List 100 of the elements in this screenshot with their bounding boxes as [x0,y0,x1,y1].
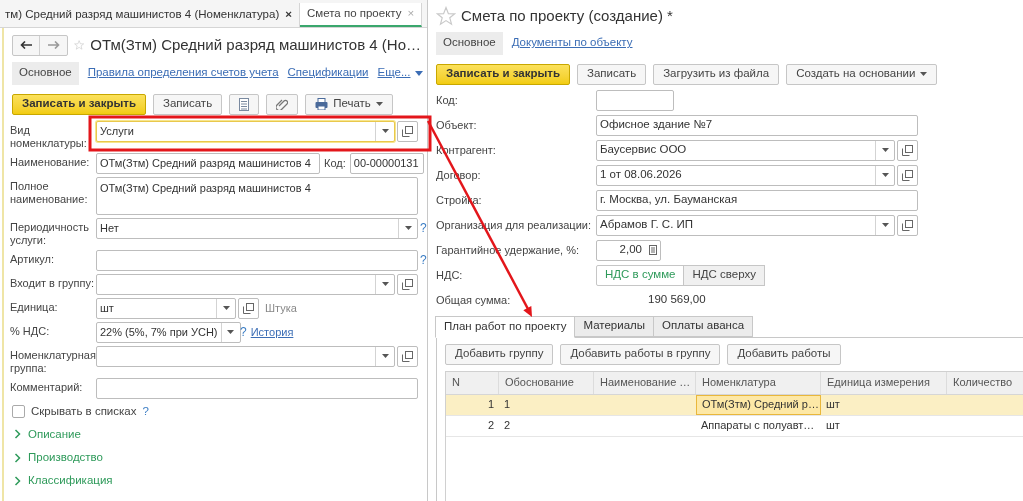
open-button[interactable] [897,139,918,161]
button[interactable]: Загрузить из файла [653,63,780,85]
link[interactable]: Спецификации [287,64,369,82]
form-title: Смета по проекту (создание) * [461,6,673,26]
input-field[interactable] [96,345,395,367]
open-button[interactable] [897,164,918,186]
input-field[interactable]: г. Москва, ул. Бауманская [596,189,918,211]
input-field[interactable] [96,273,395,295]
input-field[interactable]: Нет [96,217,418,239]
print-button[interactable]: Печать [305,93,393,115]
calculator-icon [648,245,657,255]
tab[interactable]: Смета по проекту × [299,3,423,27]
caret-icon [881,173,889,177]
link[interactable]: Правила определения счетов учета [87,64,279,82]
toggle-option[interactable]: НДС сверху [683,264,765,286]
input-field[interactable]: Услуги [96,120,395,142]
field-label: Наименование: [10,154,91,169]
open-button[interactable] [897,214,918,236]
table-row[interactable]: 1 1 ОТм(Зтм) Средний р… шт [446,394,1023,416]
caret-icon [375,102,383,106]
field-label: Код: [324,155,346,171]
printer-icon [315,98,329,110]
back-arrow-icon [20,41,32,50]
input-field[interactable]: шт [96,297,236,319]
paperclip-icon [276,98,289,110]
open-button[interactable] [397,273,418,295]
input-field[interactable]: ОТм(Зтм) Средний разряд машинистов 4 [96,176,418,215]
save-close-button[interactable]: Записать и закрыть [436,63,570,85]
button[interactable]: Добавить работы [727,343,841,365]
open-button[interactable] [238,297,259,319]
list-icon [239,97,250,111]
input-field[interactable] [596,89,674,111]
menu-button[interactable]: Создать на основании [786,63,938,85]
list-button[interactable] [229,93,260,115]
column-header: Количество [947,371,1023,394]
input-field[interactable]: 1 от 08.06.2026 [596,164,895,186]
link[interactable]: Документы по объекту [511,34,633,52]
tab[interactable]: Оплаты аванса [653,315,754,337]
tab[interactable]: Основное [436,31,503,55]
input-field[interactable]: Офисное здание №7 [596,114,918,136]
button[interactable]: Добавить работы в группу [560,343,721,365]
column-header: N [446,371,499,394]
input-field[interactable] [96,377,418,399]
tab[interactable]: План работ по проекту [435,315,576,338]
caret-icon [881,148,889,152]
field-label: Номенклатурная группа: [10,347,96,375]
star-icon [436,6,456,27]
column-header: Номенклатура [696,371,821,394]
close-button[interactable]: × [285,6,292,24]
button[interactable]: Добавить группу [445,343,554,365]
open-icon [902,144,913,156]
field-label: Артикул: [10,251,56,266]
input-field[interactable] [96,249,418,271]
open-icon [243,302,254,314]
field-label: Код: [436,92,459,108]
input-field[interactable]: ОТм(Зтм) Средний разряд машинистов 4 [96,152,320,174]
section-toggle[interactable]: Классификация [14,472,113,490]
field-label: Общая сумма: [436,292,512,308]
button[interactable]: Записать [153,93,223,115]
help-icon[interactable]: ? [240,323,247,341]
tab[interactable]: тм) Средний разряд машинистов 4 (Номенклатура) × [0,3,300,27]
help-icon[interactable]: ? [142,402,149,420]
help-icon[interactable]: ? [420,219,427,237]
column-header: Обоснование [499,371,594,394]
toggle-option[interactable]: НДС в сумме [596,264,685,286]
field-label: Комментарий: [10,379,84,394]
field-label: % НДС: [10,323,51,338]
field-label: Объект: [436,117,478,133]
unit-name: Штука [265,300,297,316]
button[interactable]: Записать [577,63,647,85]
input-field[interactable]: 22% (5%, 7% при УСН) [96,321,241,343]
help-icon[interactable]: ? [420,251,427,269]
save-close-button[interactable]: Записать и закрыть [12,93,146,115]
open-button[interactable] [397,120,418,142]
caret-icon [415,70,424,76]
link[interactable]: История [250,323,294,341]
caret-icon [920,72,928,76]
field-label: Вид номенклатуры: [10,122,88,150]
field-label: Единица: [10,299,59,314]
field-label: Периодичность услуги: [10,219,90,247]
input-field[interactable]: Баусервис ООО [596,139,895,161]
tab[interactable]: Материалы [574,315,655,337]
input-field[interactable]: Абрамов Г. С. ИП [596,214,895,236]
input-field[interactable]: 00-00000131 [349,152,424,174]
table-cell: ОТм(Зтм) Средний р… [696,394,821,415]
checkbox[interactable] [12,404,25,418]
table-cell-text: 1 [486,397,495,413]
attach-button[interactable] [266,93,299,115]
column-header: Единица измерения [821,371,947,394]
caret-icon [381,354,389,358]
section-toggle[interactable]: Производство [14,449,103,467]
link[interactable]: Еще... [377,64,424,82]
open-icon [402,350,413,362]
table-cell-text: 2 [486,418,495,434]
section-toggle[interactable]: Описание [14,425,81,443]
table-cell-text: 2 [503,418,512,434]
tab[interactable]: Основное [12,61,79,85]
input-field[interactable]: 2,00 [596,239,661,261]
open-icon [402,278,413,290]
open-button[interactable] [397,345,418,367]
